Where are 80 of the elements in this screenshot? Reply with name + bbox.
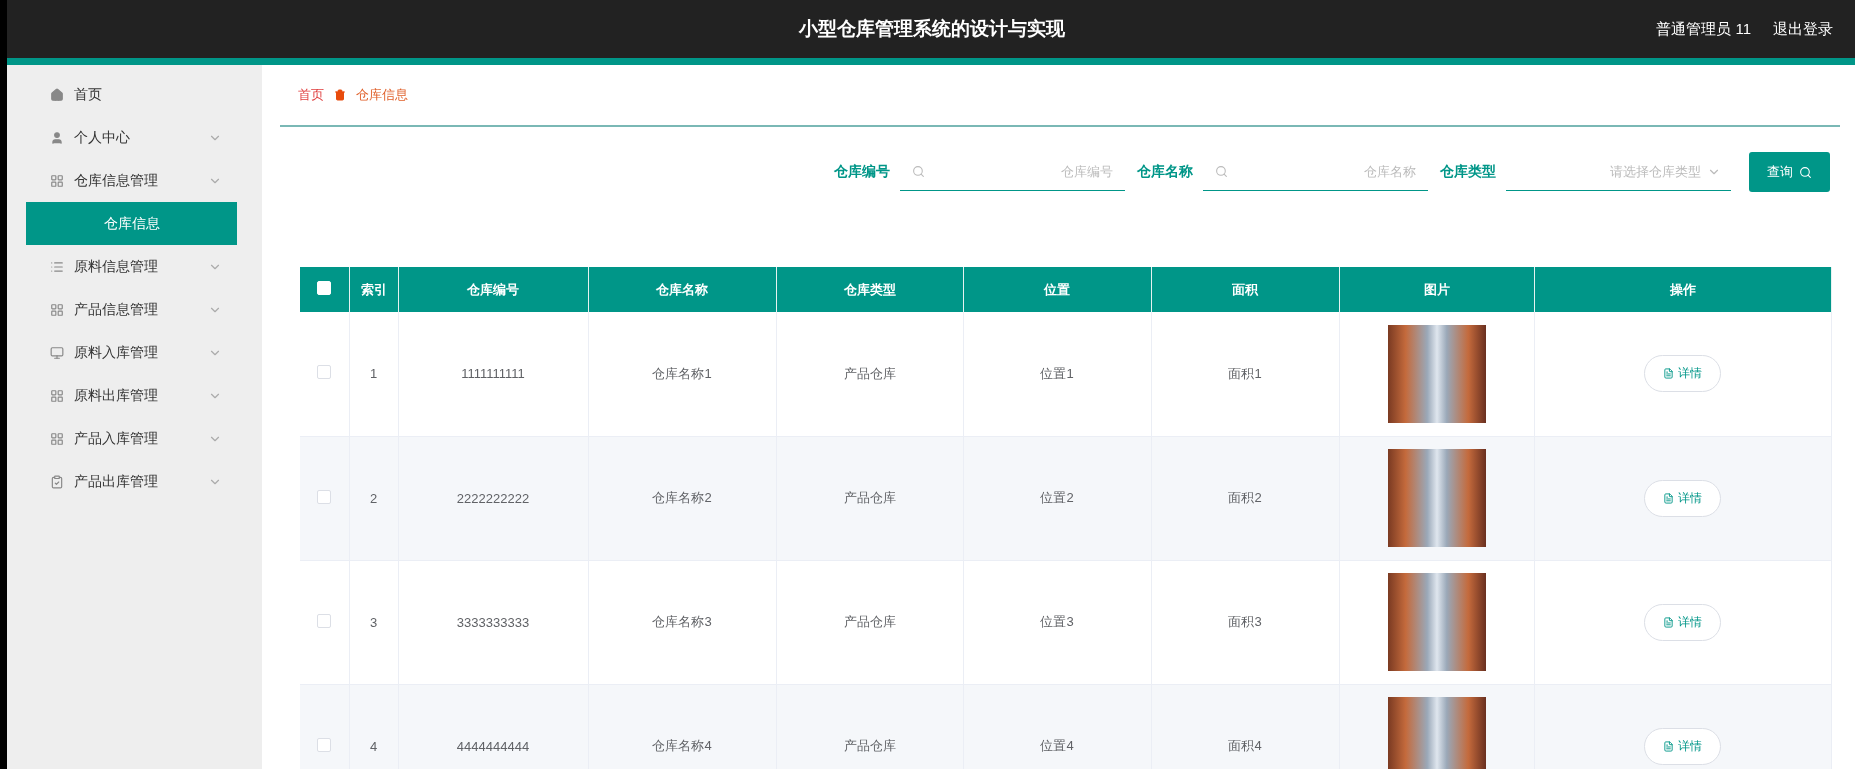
column-header: 索引 <box>349 267 398 312</box>
table-cell: 位置3 <box>963 560 1151 684</box>
sidebar-item[interactable]: 产品入库管理 <box>7 417 262 460</box>
detail-button[interactable]: 详情 <box>1644 479 1721 517</box>
column-header: 仓库名称 <box>588 267 776 312</box>
table-cell: 2222222222 <box>398 436 588 560</box>
table-cell: 面积1 <box>1151 312 1339 436</box>
document-icon <box>1663 740 1674 752</box>
grid-icon <box>50 302 64 317</box>
row-checkbox[interactable] <box>317 737 332 752</box>
sidebar-item[interactable]: 个人中心 <box>7 116 262 159</box>
column-header: 仓库类型 <box>776 267 963 312</box>
detail-button[interactable]: 详情 <box>1644 727 1721 765</box>
column-header: 操作 <box>1534 267 1831 312</box>
sidebar-item[interactable]: 产品出库管理 <box>7 460 262 503</box>
sidebar-item[interactable]: 原料出库管理 <box>7 374 262 417</box>
column-header: 面积 <box>1151 267 1339 312</box>
field-label: 仓库名称 <box>1137 163 1193 181</box>
search-button[interactable]: 查询 <box>1749 152 1830 192</box>
search-icon <box>1215 165 1228 178</box>
logout-link[interactable]: 退出登录 <box>1773 19 1833 39</box>
list-icon <box>50 259 64 274</box>
row-checkbox[interactable] <box>317 613 332 628</box>
sidebar-item[interactable]: 首页 <box>7 73 262 116</box>
detail-button[interactable]: 详情 <box>1644 355 1721 393</box>
table-cell: 2 <box>349 436 398 560</box>
table-cell: 面积4 <box>1151 684 1339 769</box>
system-title: 小型仓库管理系统的设计与实现 <box>797 17 1066 41</box>
table-cell: 1 <box>349 312 398 436</box>
table-cell: 仓库名称4 <box>588 684 776 769</box>
table-cell: 产品仓库 <box>776 560 963 684</box>
field-label: 仓库类型 <box>1440 163 1496 181</box>
sidebar-item[interactable]: 原料入库管理 <box>7 331 262 374</box>
table-cell: 1111111111 <box>398 312 588 436</box>
grid-icon <box>50 388 64 403</box>
table-cell: 4 <box>349 684 398 769</box>
table-cell: 位置2 <box>963 436 1151 560</box>
column-header: 图片 <box>1339 267 1534 312</box>
search-icon <box>912 165 925 178</box>
table-cell: 3 <box>349 560 398 684</box>
document-icon <box>1663 492 1674 504</box>
sidebar-subitem[interactable]: 仓库信息 <box>26 202 237 245</box>
breadcrumb-link[interactable]: 仓库信息 <box>356 86 408 104</box>
select-field[interactable]: 请选择仓库类型 <box>1506 153 1731 191</box>
table-cell: 面积3 <box>1151 560 1339 684</box>
table-cell: 位置4 <box>963 684 1151 769</box>
separator-icon <box>334 89 346 101</box>
table-cell: 产品仓库 <box>776 684 963 769</box>
table-cell: 3333333333 <box>398 560 588 684</box>
detail-button[interactable]: 详情 <box>1644 603 1721 641</box>
table-cell: 仓库名称2 <box>588 436 776 560</box>
sidebar-item[interactable]: 原料信息管理 <box>7 245 262 288</box>
column-header: 位置 <box>963 267 1151 312</box>
table-cell: 4444444444 <box>398 684 588 769</box>
user-icon <box>50 130 64 145</box>
field-label: 仓库编号 <box>834 163 890 181</box>
table-cell: 位置1 <box>963 312 1151 436</box>
table-cell: 仓库名称1 <box>588 312 776 436</box>
select-all-checkbox[interactable] <box>317 281 332 295</box>
document-icon <box>1663 616 1674 628</box>
sidebar-item[interactable]: 仓库信息管理 <box>7 159 262 202</box>
breadcrumb-link[interactable]: 首页 <box>298 86 324 104</box>
input-field[interactable]: 仓库编号 <box>900 153 1125 191</box>
row-checkbox[interactable] <box>317 489 332 504</box>
search-icon <box>1799 165 1812 179</box>
table-cell: 产品仓库 <box>776 436 963 560</box>
column-header: 仓库编号 <box>398 267 588 312</box>
table-cell: 面积2 <box>1151 436 1339 560</box>
row-checkbox[interactable] <box>317 365 332 380</box>
monitor-icon <box>50 345 64 360</box>
sidebar-item[interactable]: 产品信息管理 <box>7 288 262 331</box>
home-icon <box>50 87 64 102</box>
grid-icon <box>50 173 64 188</box>
table-cell: 产品仓库 <box>776 312 963 436</box>
user-name: 普通管理员 11 <box>1656 19 1751 39</box>
grid-icon <box>50 431 64 446</box>
document-icon <box>1663 368 1674 380</box>
input-field[interactable]: 仓库名称 <box>1203 153 1428 191</box>
table-cell: 仓库名称3 <box>588 560 776 684</box>
clipboard-icon <box>50 474 64 489</box>
